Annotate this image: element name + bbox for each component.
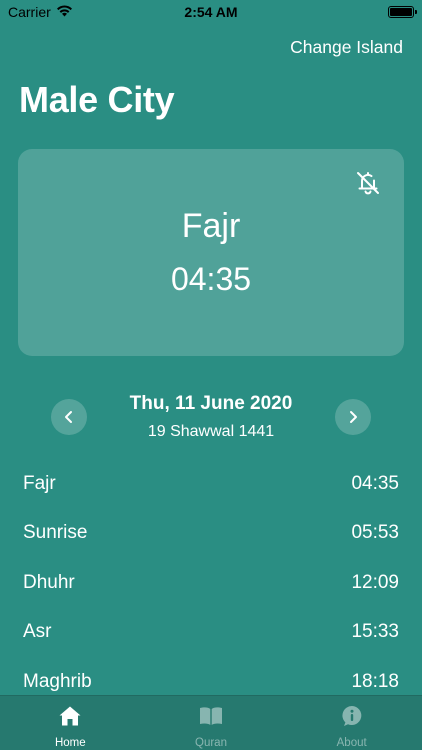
- info-icon: [340, 705, 364, 732]
- current-prayer-name: Fajr: [181, 207, 241, 245]
- prayer-row-fajr: Fajr 04:35: [0, 459, 422, 509]
- tab-home[interactable]: Home: [0, 696, 141, 750]
- prayer-time: 12:09: [351, 571, 399, 593]
- tab-quran[interactable]: Quran: [141, 696, 282, 750]
- carrier-label: Carrier: [8, 4, 51, 20]
- current-prayer-time: 04:35: [170, 261, 252, 297]
- tab-label: Home: [54, 737, 86, 749]
- prayer-time: 05:53: [351, 522, 399, 544]
- prayer-time: 15:33: [351, 621, 399, 643]
- tab-label: Quran: [195, 737, 227, 749]
- prayer-name: Asr: [23, 621, 52, 643]
- chevron-right-icon: [350, 411, 357, 423]
- wifi-icon: [56, 4, 73, 20]
- status-bar: Carrier 2:54 AM: [0, 0, 422, 24]
- prayer-name: Sunrise: [23, 522, 88, 544]
- page-title: Male City: [19, 79, 175, 120]
- book-icon: [198, 705, 224, 732]
- prayer-name: Dhuhr: [23, 571, 75, 593]
- status-left: Carrier: [8, 4, 73, 20]
- tab-label: About: [336, 737, 367, 749]
- prayer-times-list: Fajr 04:35 Sunrise 05:53 Dhuhr 12:09 Asr…: [0, 459, 422, 707]
- prayer-name: Fajr: [23, 472, 56, 494]
- prayer-time: 18:18: [351, 670, 399, 692]
- bell-slash-icon[interactable]: [354, 169, 382, 197]
- current-prayer-card: Fajr 04:35: [18, 149, 404, 356]
- battery-icon: [388, 6, 417, 18]
- tab-bar: Home Quran About: [0, 695, 422, 750]
- prayer-row-sunrise: Sunrise 05:53: [0, 509, 422, 559]
- prayer-row-dhuhr: Dhuhr 12:09: [0, 558, 422, 608]
- prayer-time: 04:35: [351, 472, 399, 494]
- tab-about[interactable]: About: [281, 696, 422, 750]
- home-icon: [58, 705, 82, 732]
- prayer-row-asr: Asr 15:33: [0, 608, 422, 658]
- change-island-button[interactable]: Change Island: [290, 37, 403, 58]
- prayer-name: Maghrib: [23, 670, 92, 692]
- next-day-button[interactable]: [335, 399, 371, 435]
